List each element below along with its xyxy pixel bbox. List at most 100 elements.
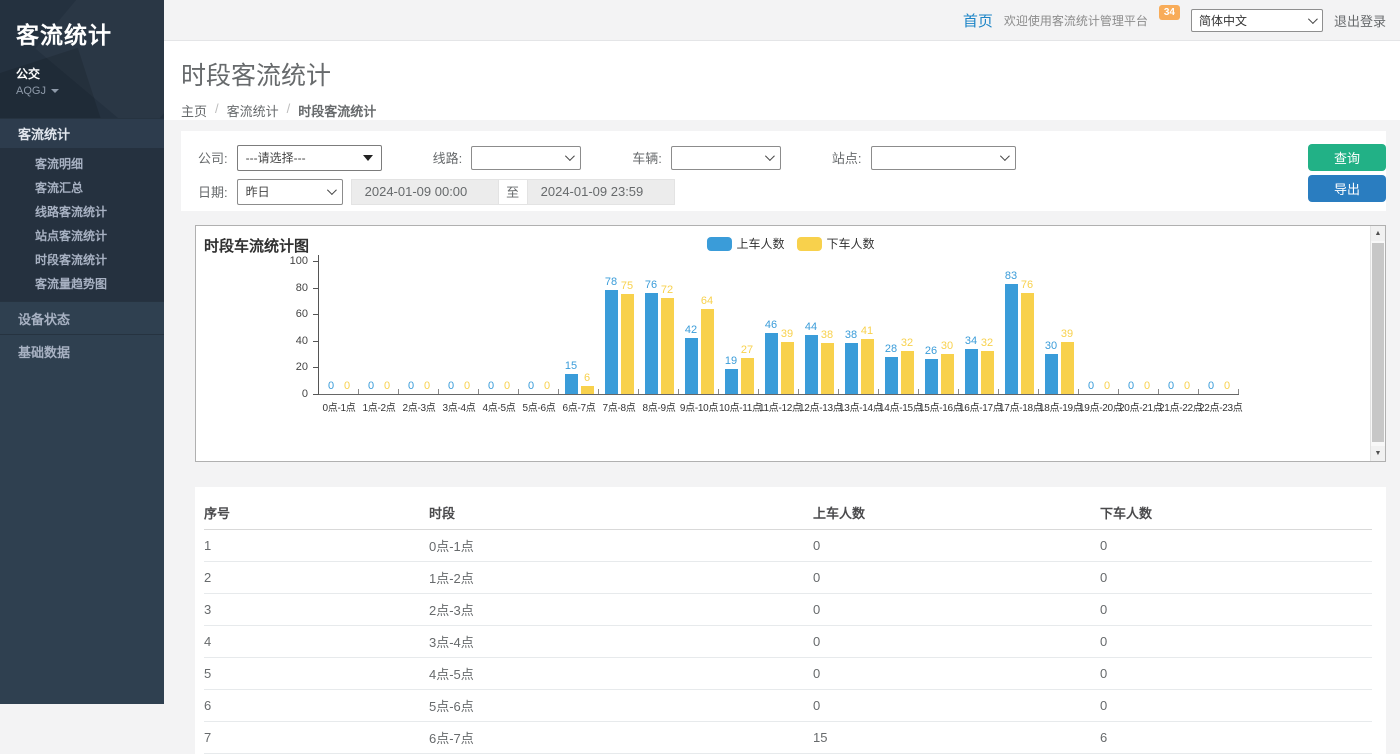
org-name: 公交 [16,65,152,82]
table-body: 10点-1点0021点-2点0032点-3点0043点-4点0054点-5点00… [204,530,1372,754]
bar [845,343,858,394]
sidebar-item-label: 设备状态 [18,309,70,328]
search-button[interactable]: 查询 [1308,144,1386,171]
bar [765,333,778,394]
table-cell: 4点-5点 [429,658,813,690]
bar [1061,342,1074,394]
x-tick-label: 14点-15点 [879,399,919,414]
sidebar-item-base-data[interactable]: 基础数据 [0,334,164,367]
bar-slot: 0 [1141,261,1154,394]
data-table-panel: 序号时段上车人数下车人数 10点-1点0021点-2点0032点-3点0043点… [195,487,1386,754]
bar-group: 00 [1119,261,1159,394]
breadcrumb-item[interactable]: 主页 [181,101,207,120]
date-start-input[interactable]: 2024-01-09 00:00 [351,179,499,205]
bar-value-label: 0 [544,380,550,392]
x-tick-label: 3点-4点 [439,399,479,414]
bar-slot: 0 [1205,261,1218,394]
home-link[interactable]: 首页 [963,10,993,31]
bar-slot: 28 [885,261,898,394]
x-tick-label: 11点-12点 [759,399,799,414]
bar [701,309,714,394]
sidebar-subitem-站点客流统计[interactable]: 站点客流统计 [0,223,164,247]
bar-value-label: 46 [765,319,777,331]
x-tick-label: 19点-20点 [1079,399,1119,414]
scrollbar-thumb[interactable] [1372,243,1384,442]
sidebar-item-passenger-stats[interactable]: 客流统计 [0,118,164,148]
chart-plot: 020406080100 000000000000156787576724264… [259,255,1385,395]
bar-slot: 72 [661,261,674,394]
chevron-down-icon [999,151,1009,161]
bar-value-label: 0 [368,380,374,392]
vehicle-label: 车辆: [632,148,662,167]
content: 公司: ---请选择--- 线路: 车辆: [164,120,1400,704]
bar-slot: 83 [1005,261,1018,394]
table-column-header: 上车人数 [813,496,1100,530]
bar-group: 7672 [639,261,679,394]
table-cell: 0 [1100,658,1372,690]
legend-item[interactable]: 下车人数 [797,235,875,252]
vehicle-select[interactable] [671,146,781,170]
bar-slot: 0 [381,261,394,394]
bar [581,386,594,394]
x-tick-label: 6点-7点 [559,399,599,414]
line-select[interactable] [471,146,581,170]
table-cell: 0点-1点 [429,530,813,562]
table-cell: 3点-4点 [429,626,813,658]
bar-slot: 0 [1101,261,1114,394]
chart-scrollbar[interactable]: ▲ ▼ [1370,226,1385,461]
logout-link[interactable]: 退出登录 [1334,11,1386,30]
org-code-dropdown[interactable]: AQGJ [16,85,152,97]
table-cell: 1 [204,530,429,562]
bar-value-label: 78 [605,276,617,288]
y-tick-mark [313,288,318,289]
bar-slot: 19 [725,261,738,394]
legend-item[interactable]: 上车人数 [706,235,784,252]
chevron-down-icon [51,89,59,93]
sidebar-subitem-客流量趋势图[interactable]: 客流量趋势图 [0,271,164,295]
bar-group: 8376 [999,261,1039,394]
bar-slot: 38 [845,261,858,394]
bar-value-label: 42 [685,324,697,336]
sidebar-subitem-客流明细[interactable]: 客流明细 [0,151,164,175]
breadcrumb-item[interactable]: 客流统计 [227,101,279,120]
chart-title: 时段车流统计图 [204,238,309,255]
bar [805,335,818,394]
x-tick-label: 1点-2点 [359,399,399,414]
station-label: 站点: [832,148,862,167]
sidebar-subitem-客流汇总[interactable]: 客流汇总 [0,175,164,199]
x-tick-label: 12点-13点 [799,399,839,414]
company-select[interactable]: ---请选择--- [237,145,382,171]
table-cell: 6 [1100,722,1372,754]
bar-slot: 0 [501,261,514,394]
bar-group: 00 [439,261,479,394]
date-end-input[interactable]: 2024-01-09 23:59 [527,179,675,205]
bar-slot: 0 [405,261,418,394]
bar-slot: 0 [485,261,498,394]
bar-slot: 0 [421,261,434,394]
table-row: 10点-1点00 [204,530,1372,562]
sidebar-subitem-时段客流统计[interactable]: 时段客流统计 [0,247,164,271]
x-tick-label: 8点-9点 [639,399,679,414]
scroll-up-arrow-icon[interactable]: ▲ [1371,226,1385,241]
sidebar-subitem-线路客流统计[interactable]: 线路客流统计 [0,199,164,223]
table-cell: 4 [204,626,429,658]
bar-group: 1927 [719,261,759,394]
scroll-down-arrow-icon[interactable]: ▼ [1371,446,1385,461]
sidebar-item-device-status[interactable]: 设备状态 [0,301,164,334]
x-axis-labels: 0点-1点1点-2点2点-3点3点-4点4点-5点5点-6点6点-7点7点-8点… [319,395,1385,414]
company-value: ---请选择--- [246,149,306,166]
bar-group: 00 [479,261,519,394]
bar-slot: 46 [765,261,778,394]
x-tick-label: 0点-1点 [319,399,359,414]
bar-value-label: 76 [1021,279,1033,291]
bar-slot: 0 [1085,261,1098,394]
bar-value-label: 41 [861,325,873,337]
language-select[interactable]: 简体中文 [1191,9,1323,32]
station-select[interactable] [871,146,1016,170]
chart-legend: 上车人数下车人数 [706,235,874,252]
dropdown-arrow-icon [363,155,373,161]
bar-value-label: 0 [1104,380,1110,392]
export-button[interactable]: 导出 [1308,175,1386,202]
notification-badge[interactable]: 34 [1159,5,1180,20]
date-preset-select[interactable]: 昨日 [237,179,343,205]
